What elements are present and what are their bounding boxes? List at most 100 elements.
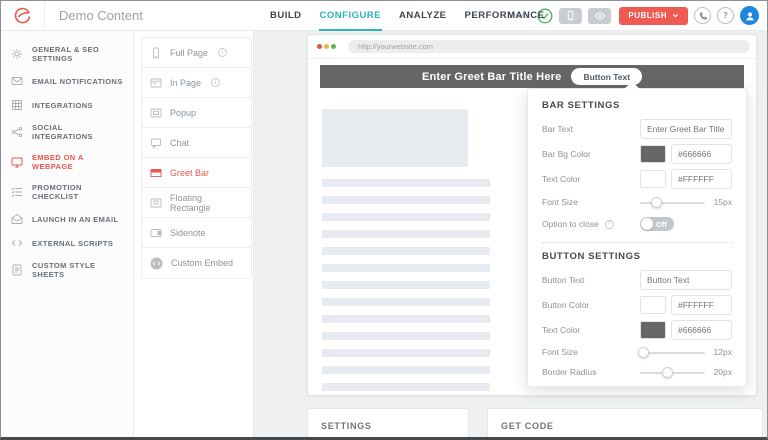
tab-performance[interactable]: PERFORMANCE bbox=[464, 1, 546, 31]
slider-thumb[interactable] bbox=[637, 346, 649, 358]
border-radius-value: 20px bbox=[713, 367, 732, 377]
button-color-input[interactable] bbox=[671, 294, 732, 315]
embed-type-sidebar: Full Page i In Page i Popup Chat Greet B… bbox=[134, 31, 254, 437]
sidebar-item-custom-style-sheets[interactable]: CUSTOM STYLE SHEETS bbox=[1, 255, 133, 285]
button-text-input[interactable] bbox=[640, 269, 732, 290]
sidebar-item-label: LAUNCH IN AN EMAIL bbox=[32, 214, 119, 224]
get-code-section-label: GET CODE bbox=[501, 421, 554, 431]
embed-type-label: Full Page bbox=[170, 47, 209, 58]
bar-text-color-input[interactable] bbox=[671, 168, 732, 189]
top-nav: BUILD CONFIGURE ANALYZE PERFORMANCE bbox=[269, 1, 545, 31]
greet-bar-icon bbox=[150, 167, 162, 179]
sidebar-item-launch-in-email[interactable]: LAUNCH IN AN EMAIL bbox=[1, 207, 133, 231]
eye-icon bbox=[594, 10, 606, 22]
user-avatar[interactable] bbox=[740, 6, 759, 25]
preview-button[interactable] bbox=[588, 7, 612, 24]
url-bar: http://yourwebsite.com bbox=[348, 40, 750, 53]
settings-section-card[interactable]: SETTINGS bbox=[307, 408, 469, 437]
border-radius-slider[interactable] bbox=[640, 366, 706, 378]
button-font-size-slider[interactable] bbox=[637, 346, 706, 358]
tab-configure[interactable]: CONFIGURE bbox=[318, 1, 383, 31]
info-icon[interactable]: ? bbox=[604, 219, 614, 229]
slider-thumb[interactable] bbox=[662, 366, 674, 378]
bar-font-size-slider[interactable] bbox=[640, 196, 706, 208]
embed-type-in-page[interactable]: In Page i bbox=[142, 68, 251, 98]
sidebar-item-label: GENERAL & SEO SETTINGS bbox=[32, 45, 100, 63]
sidebar-item-external-scripts[interactable]: EXTERNAL SCRIPTS bbox=[1, 231, 133, 255]
option-to-close-toggle[interactable]: Off bbox=[640, 217, 674, 231]
sidebar-item-integrations[interactable]: INTEGRATIONS bbox=[1, 93, 133, 117]
sidebar-item-social-integrations[interactable]: SOCIAL INTEGRATIONS bbox=[1, 117, 133, 147]
open-envelope-icon bbox=[11, 213, 23, 225]
sidebar-item-promotion-checklist[interactable]: PROMOTION CHECKLIST bbox=[1, 177, 133, 207]
browser-chrome: http://yourwebsite.com bbox=[308, 35, 756, 59]
info-icon[interactable]: i bbox=[218, 48, 228, 57]
sidebar-item-email-notifications[interactable]: EMAIL NOTIFICATIONS bbox=[1, 69, 133, 93]
sidebar-item-label: CUSTOM STYLE SHEETS bbox=[32, 261, 96, 279]
button-text-color-input[interactable] bbox=[671, 319, 732, 340]
bar-bg-color-swatch[interactable] bbox=[640, 144, 666, 163]
tab-analyze[interactable]: ANALYZE bbox=[398, 1, 448, 31]
embed-type-chat[interactable]: Chat bbox=[142, 128, 251, 158]
sidebar-item-general-seo[interactable]: GENERAL & SEO SETTINGS bbox=[1, 39, 133, 69]
button-color-swatch[interactable] bbox=[640, 295, 666, 314]
chat-icon bbox=[150, 137, 162, 149]
bar-settings-heading: BAR SETTINGS bbox=[542, 100, 620, 111]
embed-type-label: Sidenote bbox=[170, 227, 206, 238]
embed-type-list: Full Page i In Page i Popup Chat Greet B… bbox=[141, 37, 252, 279]
button-text-color-swatch[interactable] bbox=[640, 320, 666, 339]
devices-icon bbox=[565, 10, 576, 21]
sidenote-icon bbox=[150, 227, 162, 239]
embed-type-label: Custom Embed bbox=[171, 258, 234, 268]
button-text-color-label: Text Color bbox=[542, 324, 581, 335]
bar-text-color-swatch[interactable] bbox=[640, 169, 666, 188]
slider-thumb[interactable] bbox=[651, 196, 663, 208]
page-title: Demo Content bbox=[59, 8, 143, 23]
publish-button[interactable]: PUBLISH bbox=[619, 6, 688, 25]
body: GENERAL & SEO SETTINGS EMAIL NOTIFICATIO… bbox=[1, 31, 767, 437]
header: Demo Content BUILD CONFIGURE ANALYZE PER… bbox=[1, 1, 767, 31]
sidebar-item-label: EXTERNAL SCRIPTS bbox=[32, 238, 114, 248]
main-area: http://yourwebsite.com Enter Greet Bar T… bbox=[254, 31, 767, 437]
settings-sidebar: GENERAL & SEO SETTINGS EMAIL NOTIFICATIO… bbox=[1, 31, 134, 437]
app-logo[interactable] bbox=[1, 1, 45, 30]
traffic-dot-yellow bbox=[324, 44, 329, 49]
floating-rectangle-icon bbox=[150, 197, 162, 209]
info-icon[interactable]: i bbox=[211, 78, 221, 87]
embed-type-popup[interactable]: Popup bbox=[142, 98, 251, 128]
embed-type-floating-rectangle[interactable]: Floating Rectangle bbox=[142, 188, 251, 218]
sidebar-item-label: PROMOTION CHECKLIST bbox=[32, 183, 82, 201]
bar-font-size-label: Font Size bbox=[542, 197, 578, 207]
embed-type-full-page[interactable]: Full Page i bbox=[142, 38, 251, 68]
section-divider bbox=[542, 242, 732, 243]
help-question-icon: ? bbox=[723, 11, 728, 20]
greet-bar-title[interactable]: Enter Greet Bar Title Here bbox=[422, 71, 562, 83]
traffic-dot-green bbox=[331, 44, 336, 49]
in-page-icon bbox=[150, 77, 162, 89]
button-text-label: Button Text bbox=[542, 274, 585, 285]
stylesheet-icon bbox=[11, 264, 23, 276]
phone-icon bbox=[698, 11, 708, 21]
toggle-state-label: Off bbox=[656, 219, 667, 229]
sidebar-item-embed-on-webpage[interactable]: EMBED ON A WEBPAGE bbox=[1, 147, 133, 177]
bar-bg-color-input[interactable] bbox=[671, 143, 732, 164]
device-preview-button[interactable] bbox=[559, 7, 583, 24]
button-font-size-label: Font Size bbox=[542, 347, 578, 357]
get-code-section-card[interactable]: GET CODE bbox=[487, 408, 763, 437]
tab-build[interactable]: BUILD bbox=[269, 1, 303, 31]
embed-type-greet-bar[interactable]: Greet Bar bbox=[142, 158, 251, 188]
bar-text-input[interactable] bbox=[640, 118, 732, 139]
chevron-down-icon bbox=[672, 12, 679, 19]
embed-type-label: Floating Rectangle bbox=[170, 192, 211, 213]
phone-support-button[interactable] bbox=[694, 7, 711, 24]
embed-type-sidenote[interactable]: Sidenote bbox=[142, 218, 251, 248]
border-radius-label: Border Radius bbox=[542, 367, 597, 377]
bar-bg-color-label: Bar Bg Color bbox=[542, 148, 591, 159]
embed-type-custom-embed[interactable]: Custom Embed bbox=[142, 248, 251, 278]
help-button[interactable]: ? bbox=[717, 7, 734, 24]
full-page-icon bbox=[150, 47, 162, 59]
greet-bar-preview[interactable]: Enter Greet Bar Title Here Button Text bbox=[320, 65, 744, 88]
header-actions: Saved PUBLISH ? bbox=[508, 6, 767, 25]
app-window: Demo Content BUILD CONFIGURE ANALYZE PER… bbox=[0, 0, 768, 440]
popup-icon bbox=[150, 107, 162, 119]
